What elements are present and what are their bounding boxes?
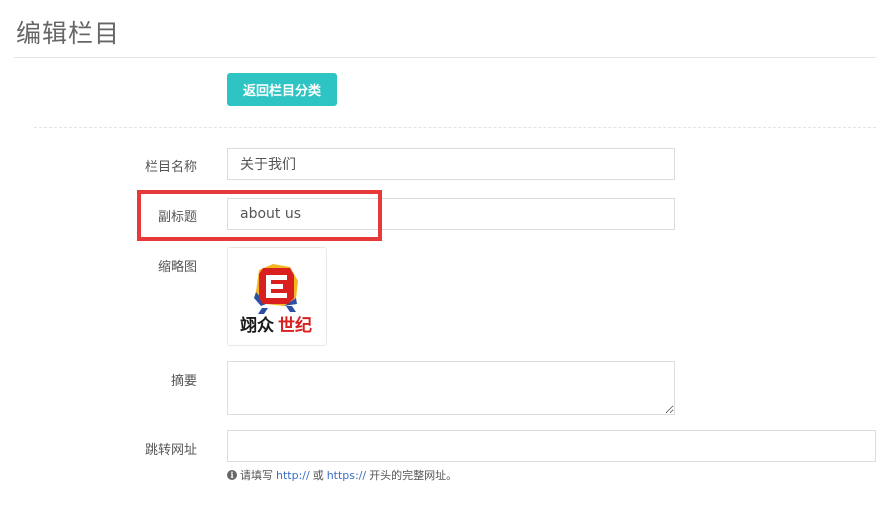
logo-text-red: 世纪 xyxy=(278,315,312,336)
thumbnail-image[interactable]: 翊众 世纪 xyxy=(227,247,327,346)
section-divider xyxy=(34,127,876,128)
title-divider xyxy=(14,57,876,58)
name-input[interactable] xyxy=(227,148,675,180)
info-circle-icon: i xyxy=(227,470,237,480)
thumbnail-label: 缩略图 xyxy=(157,260,197,275)
back-to-categories-button[interactable]: 返回栏目分类 xyxy=(227,73,337,106)
help-http: http:// xyxy=(276,468,310,482)
logo-text-black: 翊众 xyxy=(240,315,275,336)
summary-label: 摘要 xyxy=(170,374,197,389)
redirect-help-text: i 请填写 http:// 或 https:// 开头的完整网址。 xyxy=(227,467,457,483)
help-https: https:// xyxy=(326,468,367,482)
redirect-url-input[interactable] xyxy=(227,430,876,462)
subtitle-label: 副标题 xyxy=(157,210,197,225)
page-title: 编辑栏目 xyxy=(16,19,121,48)
summary-textarea[interactable] xyxy=(227,361,675,415)
help-suffix: 开头的完整网址。 xyxy=(369,469,458,482)
subtitle-input[interactable] xyxy=(227,198,675,230)
redirect-label: 跳转网址 xyxy=(144,443,197,458)
name-label: 栏目名称 xyxy=(144,160,197,175)
help-prefix: 请填写 xyxy=(240,469,273,482)
company-logo: 翊众 世纪 xyxy=(240,264,312,336)
help-or: 或 xyxy=(312,469,324,482)
